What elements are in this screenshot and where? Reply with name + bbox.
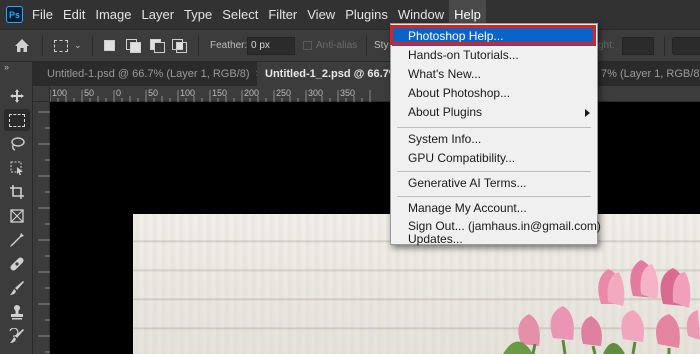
menu-plugins[interactable]: Plugins (340, 0, 393, 29)
menu-view[interactable]: View (302, 0, 340, 29)
select-mask-button[interactable] (672, 36, 700, 55)
ruler-tick: 150 (212, 88, 227, 98)
ruler-tick: 0 (116, 88, 121, 98)
brush-icon[interactable] (4, 277, 30, 299)
menu-item-generative-ai-terms[interactable]: Generative AI Terms... (392, 174, 596, 193)
collapse-toolbar-icon[interactable]: » (4, 62, 9, 72)
menu-item-whats-new[interactable]: What's New... (392, 65, 596, 84)
tab-untitled-partial[interactable]: 7% (Layer 1, RGB/8)× (593, 62, 700, 86)
healing-brush-icon[interactable] (4, 253, 30, 275)
menu-separator (397, 196, 591, 197)
tab-label: Untitled-1_2.psd @ 66.7% ( (265, 68, 406, 80)
menu-separator (397, 171, 591, 172)
tab-untitled-1[interactable]: Untitled-1.psd @ 66.7% (Layer 1, RGB/8)× (39, 62, 270, 86)
menu-item-about-photoshop[interactable]: About Photoshop... (392, 84, 596, 103)
menu-item-system-info[interactable]: System Info... (392, 130, 596, 149)
menu-file[interactable]: File (27, 0, 58, 29)
height-label: ght: (598, 40, 615, 51)
menu-item-label: About Plugins (408, 105, 483, 119)
lasso-icon[interactable] (4, 133, 30, 155)
menu-separator (397, 127, 591, 128)
move-icon[interactable] (4, 85, 30, 107)
object-select-icon[interactable] (4, 157, 30, 179)
stamp-icon[interactable] (4, 301, 30, 323)
intersect-selection-icon[interactable] (172, 30, 187, 61)
add-selection-icon[interactable] (126, 30, 141, 61)
ruler-tick: 50 (148, 88, 158, 98)
menu-image[interactable]: Image (90, 0, 136, 29)
horizontal-ruler[interactable]: 100 50 0 50 100 150 200 250 300 350 (50, 86, 700, 102)
menu-filter[interactable]: Filter (263, 0, 302, 29)
menu-item-manage-account[interactable]: Manage My Account... (392, 199, 596, 218)
ruler-tick: 100 (180, 88, 195, 98)
crop-icon[interactable] (4, 181, 30, 203)
ruler-tick: 50 (84, 88, 94, 98)
divider (92, 36, 93, 56)
menu-type[interactable]: Type (179, 0, 217, 29)
height-input[interactable] (622, 36, 654, 55)
vertical-ruler[interactable] (33, 102, 50, 354)
menu-select[interactable]: Select (217, 0, 263, 29)
menu-item-hands-on-tutorials[interactable]: Hands-on Tutorials... (392, 46, 596, 65)
help-menu-dropdown: Photoshop Help... Hands-on Tutorials... … (390, 23, 601, 246)
divider (198, 36, 199, 56)
marquee-preset-icon[interactable]: ⌄ (54, 30, 82, 61)
photoshop-logo[interactable]: Ps (6, 6, 23, 23)
tab-label: 7% (Layer 1, RGB/8) (601, 68, 700, 80)
feather-label: Feather: (210, 40, 248, 51)
menu-item-about-plugins[interactable]: About Plugins (392, 103, 596, 122)
ruler-origin[interactable] (33, 86, 50, 102)
menu-item-label: Updates... (408, 232, 463, 246)
menu-item-gpu-compatibility[interactable]: GPU Compatibility... (392, 149, 596, 168)
menu-layer[interactable]: Layer (137, 0, 180, 29)
eyedropper-icon[interactable] (4, 229, 30, 251)
marquee-icon[interactable] (4, 109, 30, 131)
tab-label: Untitled-1.psd @ 66.7% (Layer 1, RGB/8) (47, 68, 250, 80)
feather-input[interactable]: 0 px (247, 36, 295, 55)
chevron-down-icon[interactable]: ⌄ (74, 40, 82, 51)
new-selection-icon[interactable] (104, 30, 115, 61)
antialias-checkbox[interactable]: Anti-alias (303, 30, 357, 61)
frame-icon[interactable] (4, 205, 30, 227)
submenu-arrow-icon (585, 109, 590, 117)
style-label: Sty (374, 40, 389, 51)
home-icon[interactable] (14, 30, 30, 61)
ruler-tick: 300 (308, 88, 323, 98)
antialias-label: Anti-alias (316, 40, 358, 51)
menu-item-updates[interactable]: Updates... (392, 232, 596, 246)
ruler-tick: 200 (244, 88, 259, 98)
document-tab-bar: Untitled-1.psd @ 66.7% (Layer 1, RGB/8)×… (33, 62, 700, 86)
ruler-tick: 250 (276, 88, 291, 98)
annotation-highlight-box (390, 25, 596, 45)
divider (664, 36, 665, 56)
toolbar: » (0, 62, 33, 354)
divider (42, 36, 43, 56)
ruler-tick: 350 (340, 88, 355, 98)
canvas-area[interactable] (50, 102, 700, 354)
divider (366, 36, 367, 56)
ruler-tick: 100 (52, 88, 67, 98)
menu-edit[interactable]: Edit (58, 0, 90, 29)
history-brush-icon[interactable] (4, 325, 30, 347)
subtract-selection-icon[interactable] (150, 30, 165, 61)
